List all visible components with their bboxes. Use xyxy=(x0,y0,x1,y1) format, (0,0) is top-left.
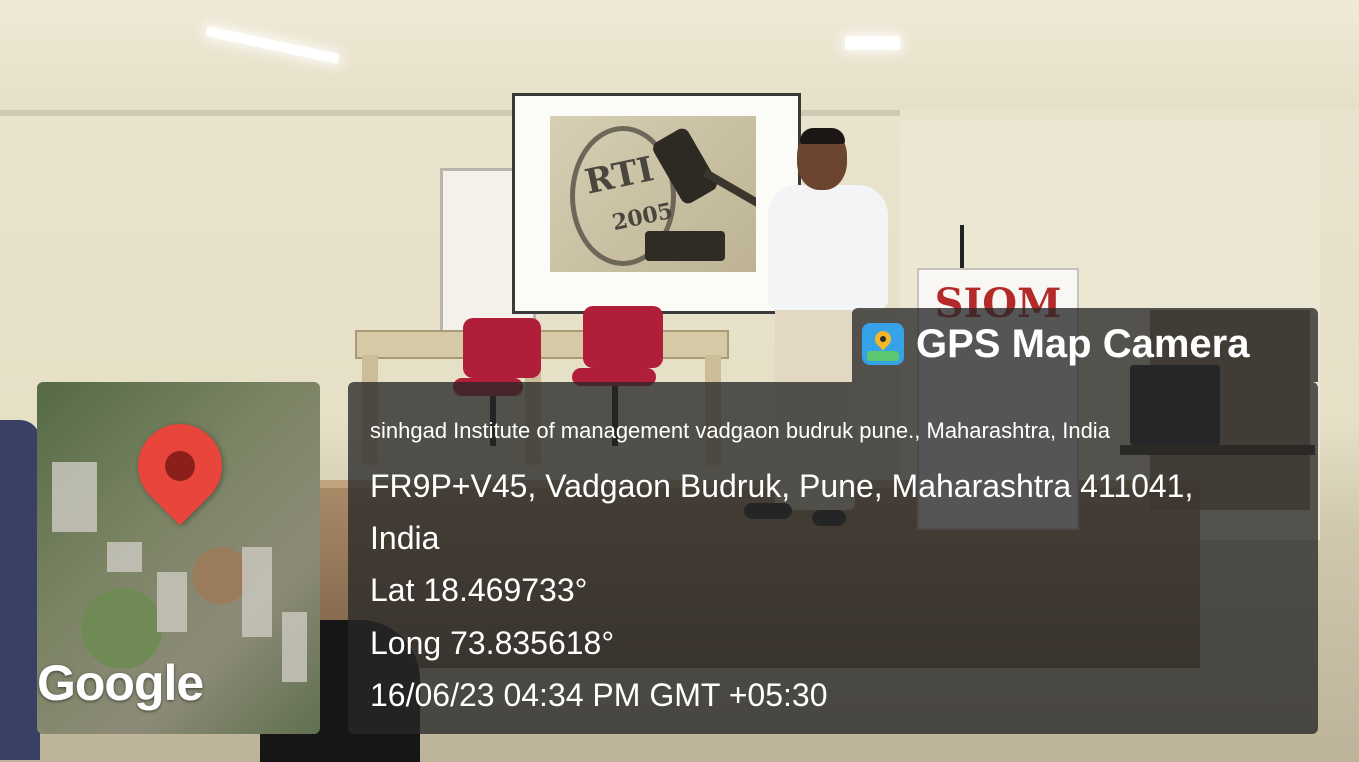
photo-scene: RTI 2005 SIOM Google GPS Map Camera sinh… xyxy=(0,0,1359,762)
latitude: Lat 18.469733° xyxy=(370,572,588,608)
brand-header: GPS Map Camera xyxy=(852,308,1318,382)
gavel-block xyxy=(645,231,725,261)
address-line-2: India xyxy=(370,520,440,556)
speaker-hair xyxy=(800,128,845,144)
projector-screen: RTI 2005 xyxy=(512,93,801,314)
brand-name: GPS Map Camera xyxy=(916,322,1250,366)
chair xyxy=(583,306,663,368)
map-building xyxy=(242,547,272,637)
map-thumbnail: Google xyxy=(37,382,320,734)
address-line-1: FR9P+V45, Vadgaon Budruk, Pune, Maharash… xyxy=(370,468,1194,504)
microphone xyxy=(960,225,964,270)
longitude: Long 73.835618° xyxy=(370,625,615,661)
icon-pin-dot xyxy=(880,336,886,342)
location-info-panel: sinhgad Institute of management vadgaon … xyxy=(348,382,1318,734)
map-building xyxy=(107,542,142,572)
map-building xyxy=(157,572,187,632)
google-logo: Google xyxy=(37,655,204,711)
place-name: sinhgad Institute of management vadgaon … xyxy=(370,418,1110,443)
chair xyxy=(463,318,541,378)
location-pin-dot xyxy=(165,451,195,481)
speaker-torso xyxy=(768,185,888,310)
timestamp: 16/06/23 04:34 PM GMT +05:30 xyxy=(370,677,828,713)
presentation-slide: RTI 2005 xyxy=(550,116,756,272)
map-building xyxy=(52,462,97,532)
table xyxy=(355,330,729,359)
audience-member xyxy=(0,420,40,760)
ceiling-light xyxy=(845,36,900,50)
icon-ground xyxy=(867,351,899,361)
gps-map-camera-icon xyxy=(862,323,904,365)
map-building xyxy=(282,612,307,682)
